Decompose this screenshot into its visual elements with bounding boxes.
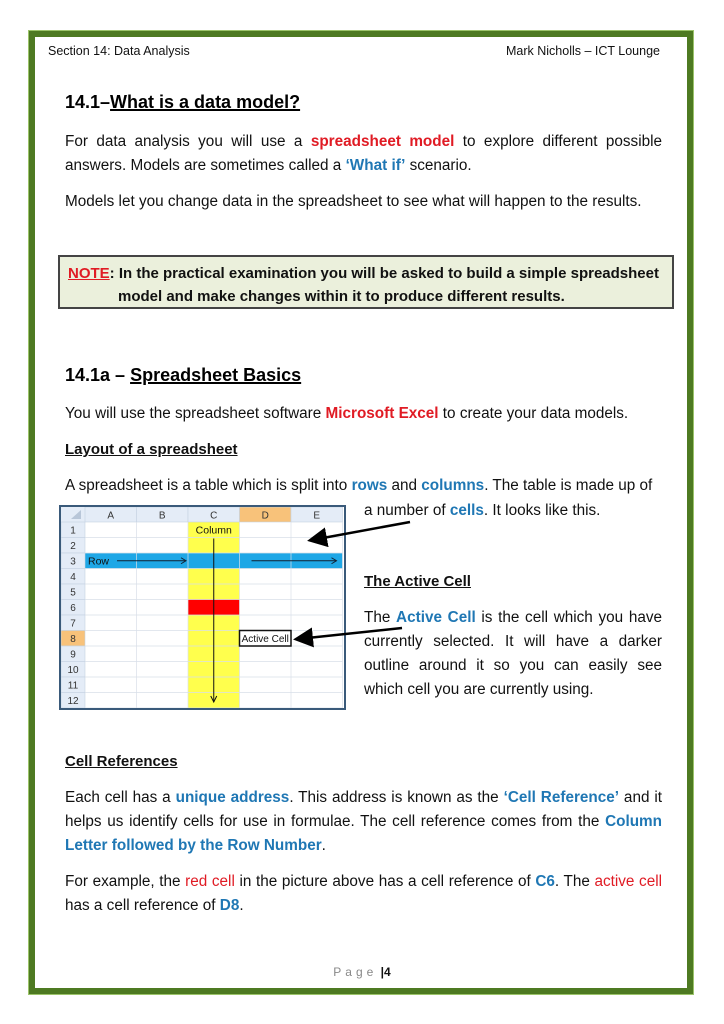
text: . This address is known as the <box>289 789 504 806</box>
highlight-active-cell-text: active cell <box>594 873 663 890</box>
text: . <box>239 897 244 914</box>
text: in the picture above has a cell referenc… <box>234 873 536 890</box>
page-label: Page <box>333 965 378 979</box>
page-number-value: 4 <box>384 965 391 979</box>
text: The <box>364 609 397 626</box>
highlight-cell-reference: ‘Cell Reference’ <box>503 789 620 806</box>
highlight-c6: C6 <box>535 873 555 890</box>
text: . The <box>554 873 595 890</box>
text: . <box>321 837 326 854</box>
text: Each cell has a <box>65 789 176 806</box>
page-number: |4 <box>380 965 391 979</box>
page-footer: Page |4 <box>0 965 724 979</box>
highlight-active-cell: Active Cell <box>396 609 476 626</box>
highlight-red-cell: red cell <box>185 873 235 890</box>
paragraph-example: For example, the red cell in the picture… <box>65 870 662 918</box>
paragraph-cell-reference: Each cell has a unique address. This add… <box>65 786 662 858</box>
highlight-unique-address: unique address <box>175 789 290 806</box>
highlight-d8: D8 <box>219 897 240 914</box>
text: has a cell reference of <box>65 897 220 914</box>
subheading-active-cell: The Active Cell <box>364 573 471 590</box>
arrow-to-cells <box>307 520 411 548</box>
text: For example, the <box>65 873 186 890</box>
paragraph-active-cell: The Active Cell is the cell which you ha… <box>364 606 662 702</box>
subheading-cell-references: Cell References <box>65 753 178 770</box>
